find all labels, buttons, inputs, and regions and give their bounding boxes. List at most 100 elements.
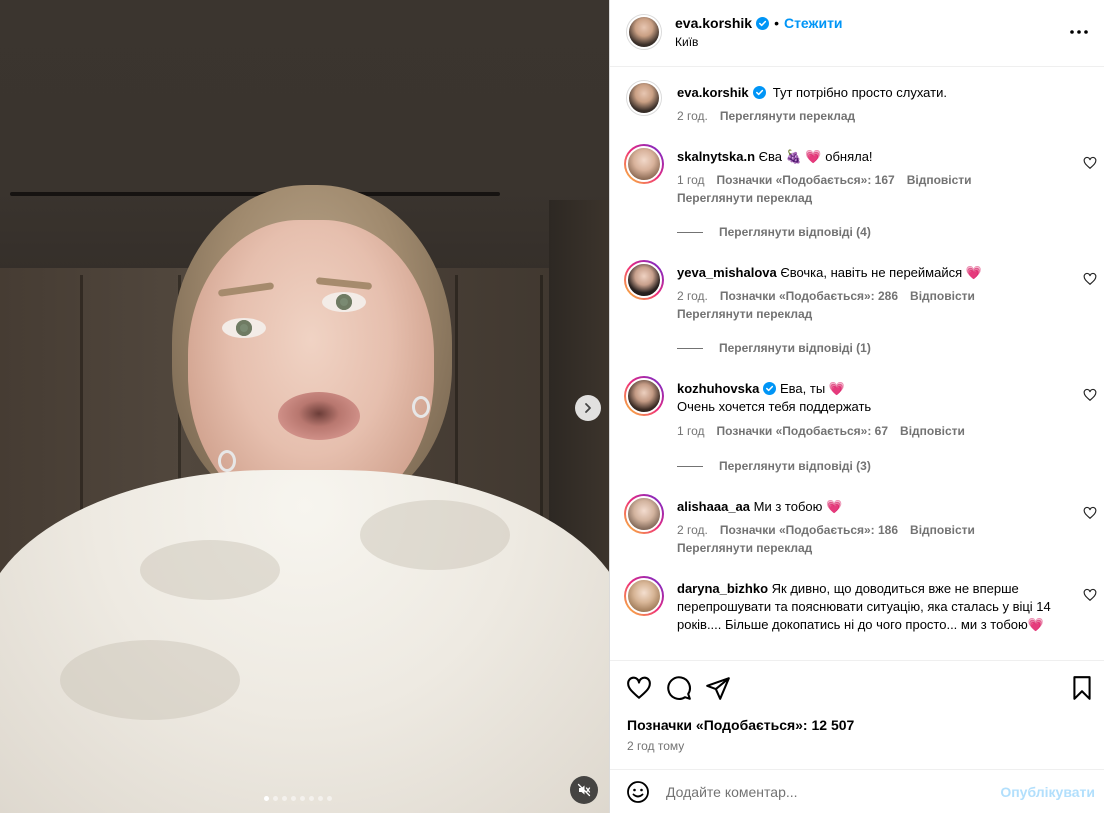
caption-time[interactable]: 2 год. bbox=[677, 109, 708, 123]
like-comment-icon[interactable] bbox=[1083, 588, 1097, 602]
commenter-username[interactable]: alishaaa_aa bbox=[677, 499, 750, 514]
reply-button[interactable]: Відповісти bbox=[910, 523, 975, 537]
comment-time[interactable]: 1 год bbox=[677, 424, 705, 438]
comment-text: Ева, ты 💗 bbox=[779, 381, 845, 396]
carousel-indicator bbox=[264, 796, 332, 801]
media-detail bbox=[218, 450, 236, 472]
view-translation-link[interactable]: Переглянути переклад bbox=[720, 109, 855, 123]
author-username[interactable]: eva.korshik bbox=[675, 15, 752, 31]
comment-item: daryna_bizhko Як дивно, що доводиться вж… bbox=[610, 576, 1104, 660]
view-replies-label: Переглянути відповіді (3) bbox=[719, 459, 871, 473]
comment-likes-count[interactable]: Позначки «Подобається»: 67 bbox=[717, 424, 888, 438]
replies-divider bbox=[677, 231, 703, 233]
author-avatar[interactable] bbox=[626, 14, 662, 50]
comment-item: skalnytska.n Єва 🍇 💗 обняла! 1 год Позна… bbox=[610, 144, 1104, 254]
commenter-avatar[interactable] bbox=[624, 494, 664, 534]
comment-item: yeva_mishalova Євочка, навіть не перейма… bbox=[610, 260, 1104, 370]
comments-list[interactable]: eva.korshik Тут потрібно просто слухати.… bbox=[610, 68, 1104, 660]
comment-time[interactable]: 2 год. bbox=[677, 523, 708, 537]
view-replies-label: Переглянути відповіді (1) bbox=[719, 341, 871, 355]
commenter-avatar[interactable] bbox=[624, 576, 664, 616]
more-horizontal-icon bbox=[1070, 30, 1088, 34]
like-comment-icon[interactable] bbox=[1083, 388, 1097, 402]
media-detail bbox=[412, 396, 430, 418]
caption-text: Тут потрібно просто слухати. bbox=[772, 85, 947, 100]
carousel-dot bbox=[282, 796, 287, 801]
caption-username[interactable]: eva.korshik bbox=[677, 85, 749, 100]
like-heart-icon[interactable] bbox=[626, 675, 652, 701]
chevron-right-icon bbox=[585, 403, 591, 413]
like-comment-icon[interactable] bbox=[1083, 156, 1097, 170]
reply-button[interactable]: Відповісти bbox=[910, 289, 975, 303]
view-replies-label: Переглянути відповіді (4) bbox=[719, 225, 871, 239]
comment-text: Єва 🍇 💗 обняла! bbox=[758, 149, 873, 164]
share-paper-plane-icon[interactable] bbox=[705, 675, 731, 701]
comment-bubble-icon[interactable] bbox=[666, 675, 692, 701]
author-line: eva.korshik • Стежити bbox=[675, 15, 843, 31]
media-detail bbox=[0, 470, 609, 813]
emoji-smiley-icon[interactable] bbox=[626, 780, 650, 804]
media-detail bbox=[322, 292, 366, 312]
reply-button[interactable]: Відповісти bbox=[907, 173, 972, 187]
media-detail bbox=[140, 540, 280, 600]
carousel-dot bbox=[291, 796, 296, 801]
comment-text: Ми з тобою 💗 bbox=[753, 499, 843, 514]
media-detail bbox=[60, 640, 240, 720]
verified-badge-icon bbox=[752, 86, 766, 99]
like-comment-icon[interactable] bbox=[1083, 272, 1097, 286]
more-options-button[interactable] bbox=[1067, 20, 1091, 44]
carousel-dot bbox=[264, 796, 269, 801]
like-comment-icon[interactable] bbox=[1083, 506, 1097, 520]
comment-likes-count[interactable]: Позначки «Подобається»: 167 bbox=[717, 173, 895, 187]
post-details-panel: eva.korshik • Стежити Київ eva.korshik Тут… bbox=[609, 0, 1104, 813]
view-translation-link[interactable]: Переглянути переклад bbox=[677, 541, 812, 555]
media-detail bbox=[222, 318, 266, 338]
comment-input[interactable] bbox=[666, 782, 986, 802]
view-translation-link[interactable]: Переглянути переклад bbox=[677, 191, 812, 205]
carousel-dot bbox=[273, 796, 278, 801]
comment-likes-count[interactable]: Позначки «Подобається»: 186 bbox=[720, 523, 898, 537]
commenter-username[interactable]: skalnytska.n bbox=[677, 149, 755, 164]
commenter-username[interactable]: yeva_mishalova bbox=[677, 265, 777, 280]
verified-badge-icon bbox=[756, 17, 770, 30]
comment-time[interactable]: 2 год. bbox=[677, 289, 708, 303]
view-replies-button[interactable]: Переглянути відповіді (4) bbox=[677, 225, 871, 239]
add-comment-bar: Опублікувати bbox=[610, 769, 1104, 813]
follow-button[interactable]: Стежити bbox=[784, 15, 843, 31]
mute-button[interactable] bbox=[570, 776, 598, 804]
media-detail bbox=[549, 200, 609, 580]
commenter-username[interactable]: kozhuhovska bbox=[677, 381, 759, 396]
media-detail bbox=[360, 500, 510, 570]
commenter-avatar[interactable] bbox=[624, 376, 664, 416]
view-replies-button[interactable]: Переглянути відповіді (1) bbox=[677, 341, 871, 355]
post-media-video[interactable] bbox=[0, 0, 609, 813]
media-detail bbox=[278, 392, 360, 440]
carousel-dot bbox=[327, 796, 332, 801]
post-caption: eva.korshik Тут потрібно просто слухати.… bbox=[610, 80, 1104, 140]
reply-button[interactable]: Відповісти bbox=[900, 424, 965, 438]
post-location[interactable]: Київ bbox=[675, 35, 698, 49]
post-actions: Позначки «Подобається»: 12 507 2 год том… bbox=[610, 660, 1104, 813]
view-translation-link[interactable]: Переглянути переклад bbox=[677, 307, 812, 321]
comment-text-line-2: Очень хочется тебя поддержать bbox=[677, 399, 872, 414]
carousel-dot bbox=[309, 796, 314, 801]
commenter-avatar[interactable] bbox=[624, 260, 664, 300]
publish-comment-button[interactable]: Опублікувати bbox=[1000, 784, 1095, 800]
post-viewer: eva.korshik • Стежити Київ eva.korshik Тут… bbox=[0, 0, 1104, 813]
comment-likes-count[interactable]: Позначки «Подобається»: 286 bbox=[720, 289, 898, 303]
author-avatar[interactable] bbox=[626, 80, 662, 116]
likes-count[interactable]: Позначки «Подобається»: 12 507 bbox=[627, 717, 854, 733]
comment-item: kozhuhovska Ева, ты 💗 Очень хочется тебя… bbox=[610, 376, 1104, 496]
separator-dot: • bbox=[774, 15, 779, 31]
carousel-dot bbox=[300, 796, 305, 801]
commenter-avatar[interactable] bbox=[624, 144, 664, 184]
comment-time[interactable]: 1 год bbox=[677, 173, 705, 187]
post-timestamp[interactable]: 2 год тому bbox=[627, 739, 684, 753]
save-bookmark-icon[interactable] bbox=[1069, 675, 1095, 701]
view-replies-button[interactable]: Переглянути відповіді (3) bbox=[677, 459, 871, 473]
commenter-username[interactable]: daryna_bizhko bbox=[677, 581, 768, 596]
carousel-dot bbox=[318, 796, 323, 801]
media-detail bbox=[10, 192, 500, 196]
carousel-next-button[interactable] bbox=[575, 395, 601, 421]
comment-item: alishaaa_aa Ми з тобою 💗 2 год. Позначки… bbox=[610, 494, 1104, 574]
